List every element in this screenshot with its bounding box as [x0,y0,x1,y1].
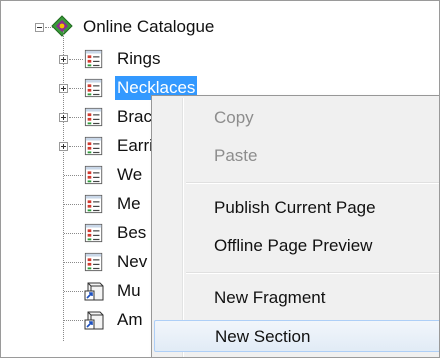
page-icon [84,107,103,127]
tree-item[interactable]: Rings [1,44,421,74]
tree-item-label: Bes [117,223,147,242]
tree-root[interactable]: Online Catalogue [1,12,301,42]
page-icon [84,252,103,272]
menu-item-offline-page-preview[interactable]: Offline Page Preview [154,230,439,262]
page-icon [84,223,103,243]
page-icon [84,194,103,214]
catalogue-icon [51,15,73,37]
menu-item-copy[interactable]: Copy [154,102,439,134]
menu-item-label: Publish Current Page [214,198,376,217]
menu-separator [186,272,439,274]
tree-connector [64,262,83,263]
tree-item-label: Am [117,310,143,329]
expand-icon[interactable] [59,84,68,93]
expand-icon[interactable] [59,55,68,64]
tree-connector [69,59,83,60]
page-icon [84,136,103,156]
menu-gutter [182,98,184,357]
tree-item-label: Me [117,194,141,213]
app-frame: Online Catalogue RingsNecklacesBracelets… [0,0,440,358]
expand-icon[interactable] [59,142,68,151]
menu-item-publish-current-page[interactable]: Publish Current Page [154,192,439,224]
tree-item-label: Mu [117,281,141,300]
menu-item-label: New Section [215,327,311,346]
page-icon [84,49,103,69]
section-shortcut-icon [84,311,104,330]
page-icon [84,165,103,185]
menu-item-label: Paste [214,146,258,165]
tree-connector [64,204,83,205]
menu-item-label: Copy [214,108,254,127]
page-icon [84,78,103,98]
menu-item-label: Offline Page Preview [214,236,373,255]
tree-connector [69,88,83,89]
menu-item-label: New Fragment [214,288,326,307]
menu-item-new-section[interactable]: New Section [154,320,439,352]
tree-item-label: Nev [117,252,148,271]
menu-item-new-fragment[interactable]: New Fragment [154,282,439,314]
tree-item-label: Rings [117,49,161,68]
context-menu: Copy Paste Publish Current Page Offline … [151,95,439,357]
tree-connector [64,233,83,234]
menu-item-paste[interactable]: Paste [154,140,439,172]
tree-connector [64,291,83,292]
expand-icon[interactable] [59,113,68,122]
tree-connector [64,175,83,176]
collapse-icon[interactable] [35,23,44,32]
tree-connector [64,320,83,321]
tree-connector [69,146,83,147]
tree-connector [69,117,83,118]
tree-item-label: We [117,165,143,184]
tree-root-label: Online Catalogue [83,17,215,36]
section-shortcut-icon [84,282,104,301]
menu-separator [186,182,439,184]
